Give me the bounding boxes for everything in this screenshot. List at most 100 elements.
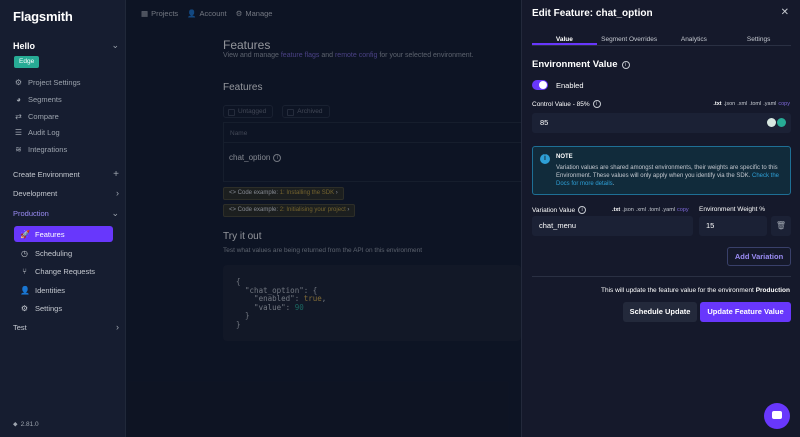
control-value: 85 (540, 118, 549, 127)
format-json[interactable]: .json (724, 101, 736, 107)
format-xml[interactable]: .xml (737, 101, 747, 107)
layers-icon: ≋ (15, 145, 22, 154)
sidebar-item-label: Integrations (28, 145, 68, 154)
note-text: Variation values are shared amongst envi… (556, 164, 786, 188)
sidebar-item-compare[interactable]: ⇄ Compare (14, 112, 59, 121)
format-txt[interactable]: .txt (713, 101, 721, 107)
plus-icon: + (113, 169, 119, 180)
list-icon: ☰ (14, 128, 23, 137)
info-icon: i (578, 206, 587, 214)
tab-value[interactable]: Value (532, 33, 597, 45)
sidebar-item-label: Segments (28, 95, 62, 104)
sidebar-item-segments[interactable]: ◕ Segments (14, 95, 62, 104)
modal-backdrop[interactable] (126, 0, 521, 437)
sidebar: Flagsmith Hello ⌄ Edge ⚙ Project Settings… (0, 0, 126, 437)
update-feature-value-button[interactable]: Update Feature Value (700, 302, 791, 322)
env-development[interactable]: Development › (13, 188, 119, 198)
sidebar-item-label: Compare (28, 112, 59, 121)
format-yaml[interactable]: .yaml (662, 207, 675, 213)
copy-button[interactable]: copy (677, 207, 689, 213)
environment-weight-label: Environment Weight % (699, 206, 765, 213)
enabled-label: Enabled (556, 81, 584, 90)
flagsmith-logo[interactable]: Flagsmith (13, 9, 73, 24)
variation-value-text: Variation Value (532, 206, 576, 214)
environment-value-title: Environment Value i (532, 59, 630, 70)
nav-label: Settings (35, 303, 63, 313)
password-manager-icon[interactable] (767, 118, 786, 127)
format-txt[interactable]: .txt (612, 207, 620, 213)
manager-icon-left (767, 118, 776, 127)
rocket-icon: 🚀 (20, 229, 30, 239)
note-end: . (612, 181, 615, 187)
variation-value-input[interactable]: chat_menu (532, 216, 693, 236)
nav-identities[interactable]: 👤 Identities (14, 282, 113, 298)
gear-icon: ⚙ (20, 303, 29, 313)
sidebar-item-project-settings[interactable]: ⚙ Project Settings (14, 78, 81, 87)
nav-scheduling[interactable]: ◷ Scheduling (14, 245, 113, 261)
format-json[interactable]: .json (622, 207, 634, 213)
update-note-env: Production (755, 287, 790, 294)
divider (532, 276, 791, 277)
schedule-update-button[interactable]: Schedule Update (623, 302, 697, 322)
nav-label: Identities (35, 285, 66, 295)
control-value-input[interactable]: 85 (532, 113, 791, 133)
control-value-text: Control Value - 85% (532, 100, 590, 108)
info-icon: i (592, 100, 601, 108)
git-pull-icon: ⑂ (22, 266, 27, 276)
tab-settings[interactable]: Settings (726, 33, 791, 45)
info-icon: i (540, 154, 550, 164)
gear-icon: ⚙ (14, 78, 23, 87)
copy-button[interactable]: copy (778, 101, 790, 107)
person-icon: 👤 (20, 285, 30, 295)
chevron-down-icon: ⌄ (111, 208, 119, 218)
nav-label: Scheduling (35, 248, 73, 258)
tab-segment-overrides[interactable]: Segment Overrides (597, 33, 662, 45)
chevron-down-icon: ⌄ (111, 40, 119, 50)
control-value-label: Control Value - 85% i (532, 100, 601, 108)
environment-weight-input[interactable]: 15 (699, 216, 767, 236)
format-toml[interactable]: .toml (749, 101, 761, 107)
compare-icon: ⇄ (15, 112, 22, 121)
environment-value-label: Environment Value (532, 59, 618, 70)
org-selector[interactable]: Hello ⌄ (13, 40, 119, 51)
pie-chart-icon: ◕ (16, 95, 21, 104)
note-box: i NOTE Variation values are shared among… (532, 146, 791, 195)
env-production-label: Production (13, 209, 49, 218)
format-toml[interactable]: .toml (648, 207, 660, 213)
env-production[interactable]: Production ⌄ (13, 208, 119, 219)
env-test[interactable]: Test › (13, 322, 119, 332)
enabled-toggle[interactable] (532, 80, 548, 90)
chevron-right-icon: › (116, 322, 119, 332)
tab-analytics[interactable]: Analytics (662, 33, 727, 45)
sidebar-item-label: Audit Log (28, 128, 60, 137)
trash-icon[interactable]: 🗑 (771, 216, 791, 236)
sidebar-item-label: Project Settings (28, 78, 81, 87)
format-yaml[interactable]: .yaml (763, 101, 776, 107)
nav-label: Features (35, 229, 65, 239)
nav-change-requests[interactable]: ⑂ Change Requests (14, 263, 113, 279)
chevron-right-icon: › (116, 188, 119, 198)
create-environment-label: Create Environment (13, 170, 80, 179)
version-label: 2.81.0 (20, 421, 39, 428)
clock-icon: ◷ (21, 248, 28, 258)
sidebar-item-audit-log[interactable]: ☰ Audit Log (14, 128, 60, 137)
drawer-title: Edit Feature: chat_option (532, 8, 653, 19)
add-variation-button[interactable]: Add Variation (727, 247, 791, 266)
edit-feature-drawer: Edit Feature: chat_option ✕ Value Segmen… (521, 0, 800, 437)
env-development-label: Development (13, 188, 58, 198)
nav-features[interactable]: 🚀 Features (14, 226, 113, 242)
format-xml[interactable]: .xml (636, 207, 646, 213)
note-title: NOTE (556, 154, 573, 160)
chat-icon[interactable] (764, 403, 790, 429)
variation-format-selector: .txt .json .xml .toml .yaml copy (612, 207, 689, 213)
manager-icon-right (777, 118, 786, 127)
note-body: Variation values are shared amongst envi… (556, 165, 778, 179)
sidebar-item-integrations[interactable]: ≋ Integrations (14, 145, 67, 154)
info-icon: i (621, 60, 630, 69)
env-badge: Edge (14, 56, 40, 68)
tag-icon: ⬥ (13, 421, 18, 428)
nav-settings[interactable]: ⚙ Settings (14, 300, 113, 316)
create-environment[interactable]: Create Environment + (13, 169, 119, 180)
close-icon[interactable]: ✕ (781, 7, 789, 18)
env-test-label: Test (13, 322, 27, 332)
